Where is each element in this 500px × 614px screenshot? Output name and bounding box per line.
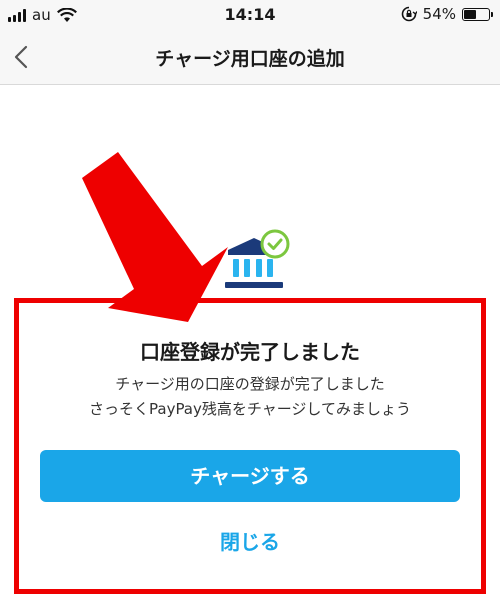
dialog-title: 口座登録が完了しました [140, 340, 360, 364]
charge-button[interactable]: チャージする [40, 450, 460, 502]
completion-dialog: 口座登録が完了しました チャージ用の口座の登録が完了しました さっそくPayPa… [14, 298, 486, 594]
battery-fill [464, 9, 477, 19]
battery-icon [462, 7, 493, 21]
dialog-message-line-1: チャージ用の口座の登録が完了しました [115, 375, 385, 393]
check-badge-icon [260, 229, 290, 259]
status-bar: au 14:14 54% [0, 0, 500, 30]
dialog-message-line-2: さっそくPayPay残高をチャージしてみましょう [89, 400, 411, 418]
battery-percent: 54% [422, 5, 456, 23]
page-title: チャージ用口座の追加 [155, 48, 345, 70]
status-right: 54% [401, 5, 493, 23]
navigation-bar: チャージ用口座の追加 [0, 30, 500, 85]
bank-icon [225, 229, 290, 288]
close-button[interactable]: 閉じる [14, 526, 486, 555]
orientation-lock-icon [401, 6, 417, 22]
dialog-message: チャージ用の口座の登録が完了しました さっそくPayPay残高をチャージしてみま… [14, 372, 486, 422]
